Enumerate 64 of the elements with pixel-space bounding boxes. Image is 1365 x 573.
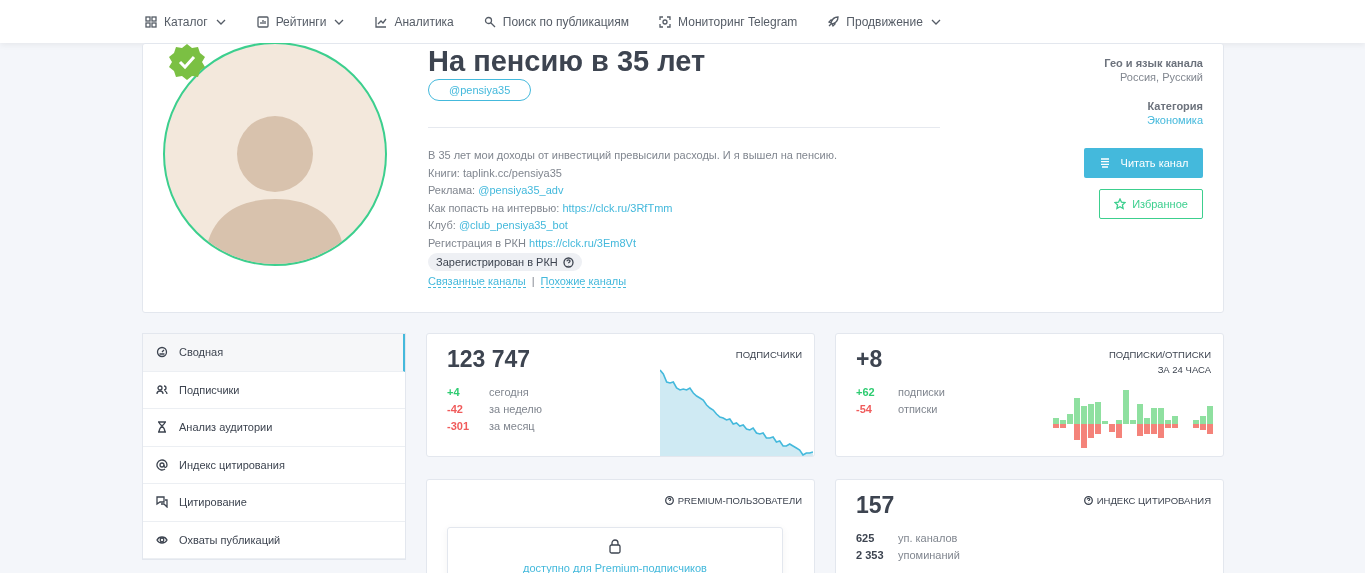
nav-link[interactable]: Поиск по публикациям bbox=[483, 14, 630, 29]
card-title: ПОДПИСКИ/ОТПИСКИ bbox=[1108, 348, 1211, 362]
grid-icon bbox=[145, 15, 157, 28]
nav-link[interactable]: Аналитика bbox=[375, 14, 454, 29]
nav-link[interactable]: Каталог bbox=[145, 14, 227, 29]
stat-value: 625 bbox=[856, 532, 876, 544]
description-line: Регистрация в РКН https://clck.ru/3Em8Vt bbox=[428, 235, 637, 251]
stat-value: 2 353 bbox=[856, 549, 885, 561]
registration-badge: Зарегистрирован в РКН bbox=[428, 253, 582, 271]
nav-link[interactable]: Мониторинг Telegram bbox=[659, 14, 798, 29]
sidebar-item[interactable]: Анализ аудитории bbox=[143, 409, 405, 447]
sidebar-item[interactable]: Охваты публикаций bbox=[143, 521, 405, 559]
lock-icon bbox=[608, 538, 622, 554]
stat-value: -301 bbox=[447, 420, 471, 432]
description-line: Как попасть на интервью: https://clck.ru/3RfTmm bbox=[428, 200, 674, 216]
sidebar-item[interactable]: Цитирование bbox=[143, 484, 405, 522]
stat-label: сегодня bbox=[489, 386, 529, 398]
stat-number: 123 747 bbox=[447, 346, 531, 373]
at-icon bbox=[156, 458, 168, 471]
stat-label: упоминаний bbox=[898, 549, 960, 561]
separator-text: | bbox=[531, 275, 535, 288]
help-icon bbox=[664, 496, 674, 505]
sidebar-item[interactable]: Индекс цитирования bbox=[143, 446, 405, 484]
channel-title: На пенсию в 35 лет bbox=[428, 44, 707, 78]
stat-value: +4 bbox=[447, 386, 461, 398]
list-icon bbox=[1098, 157, 1111, 169]
description-line: Реклама: @pensiya35_adv bbox=[428, 183, 565, 198]
gauge-icon bbox=[156, 346, 168, 359]
stat-label: за неделю bbox=[489, 403, 542, 415]
stat-label: уп. каналов bbox=[898, 532, 958, 544]
line-chart-icon bbox=[375, 15, 388, 28]
scan-icon bbox=[659, 15, 672, 28]
search-icon bbox=[483, 15, 496, 28]
help-icon bbox=[1083, 496, 1093, 505]
card-subtitle: ЗА 24 ЧАСА bbox=[1157, 363, 1211, 377]
geo-label: Гео и язык канала bbox=[1104, 57, 1203, 69]
stat-number: +8 bbox=[856, 346, 883, 373]
stat-label: подписки bbox=[898, 386, 945, 398]
hourglass-icon bbox=[156, 421, 168, 434]
category-label: Категория bbox=[1147, 100, 1203, 112]
stat-value: -42 bbox=[447, 403, 464, 415]
eye-icon bbox=[156, 533, 168, 546]
description-line: Книги: taplink.cc/pensiya35 bbox=[428, 165, 563, 181]
stat-label: отписки bbox=[898, 403, 938, 415]
description-line: В 35 лет мои доходы от инвестиций превысили расходы. И я вышел на пенсию. bbox=[428, 148, 838, 163]
stat-label: за месяц bbox=[489, 420, 535, 432]
star-icon bbox=[1114, 198, 1127, 210]
geo-value: Россия, Русский bbox=[1120, 71, 1203, 83]
stat-value: -54 bbox=[856, 403, 873, 415]
stat-number: 157 bbox=[856, 492, 895, 519]
sidebar-item[interactable]: Подписчики bbox=[143, 371, 405, 409]
card-title: PREMIUM-ПОЛЬЗОВАТЕЛИ bbox=[677, 494, 802, 508]
stat-value: +62 bbox=[856, 386, 876, 398]
description-line: Клуб: @club_pensiya35_bot bbox=[428, 218, 569, 233]
help-icon bbox=[562, 256, 574, 268]
nav-link[interactable]: Продвижение bbox=[827, 14, 942, 29]
rocket-icon bbox=[827, 15, 840, 28]
card-title: ПОДПИСЧИКИ bbox=[735, 348, 802, 362]
bar-chart-icon bbox=[256, 15, 269, 28]
chat-icon bbox=[156, 496, 168, 509]
users-icon bbox=[156, 383, 168, 396]
nav-link[interactable]: Рейтинги bbox=[256, 14, 346, 29]
card-title: ИНДЕКС ЦИТИРОВАНИЯ bbox=[1096, 494, 1211, 508]
sidebar-item[interactable]: Сводная bbox=[143, 334, 405, 372]
